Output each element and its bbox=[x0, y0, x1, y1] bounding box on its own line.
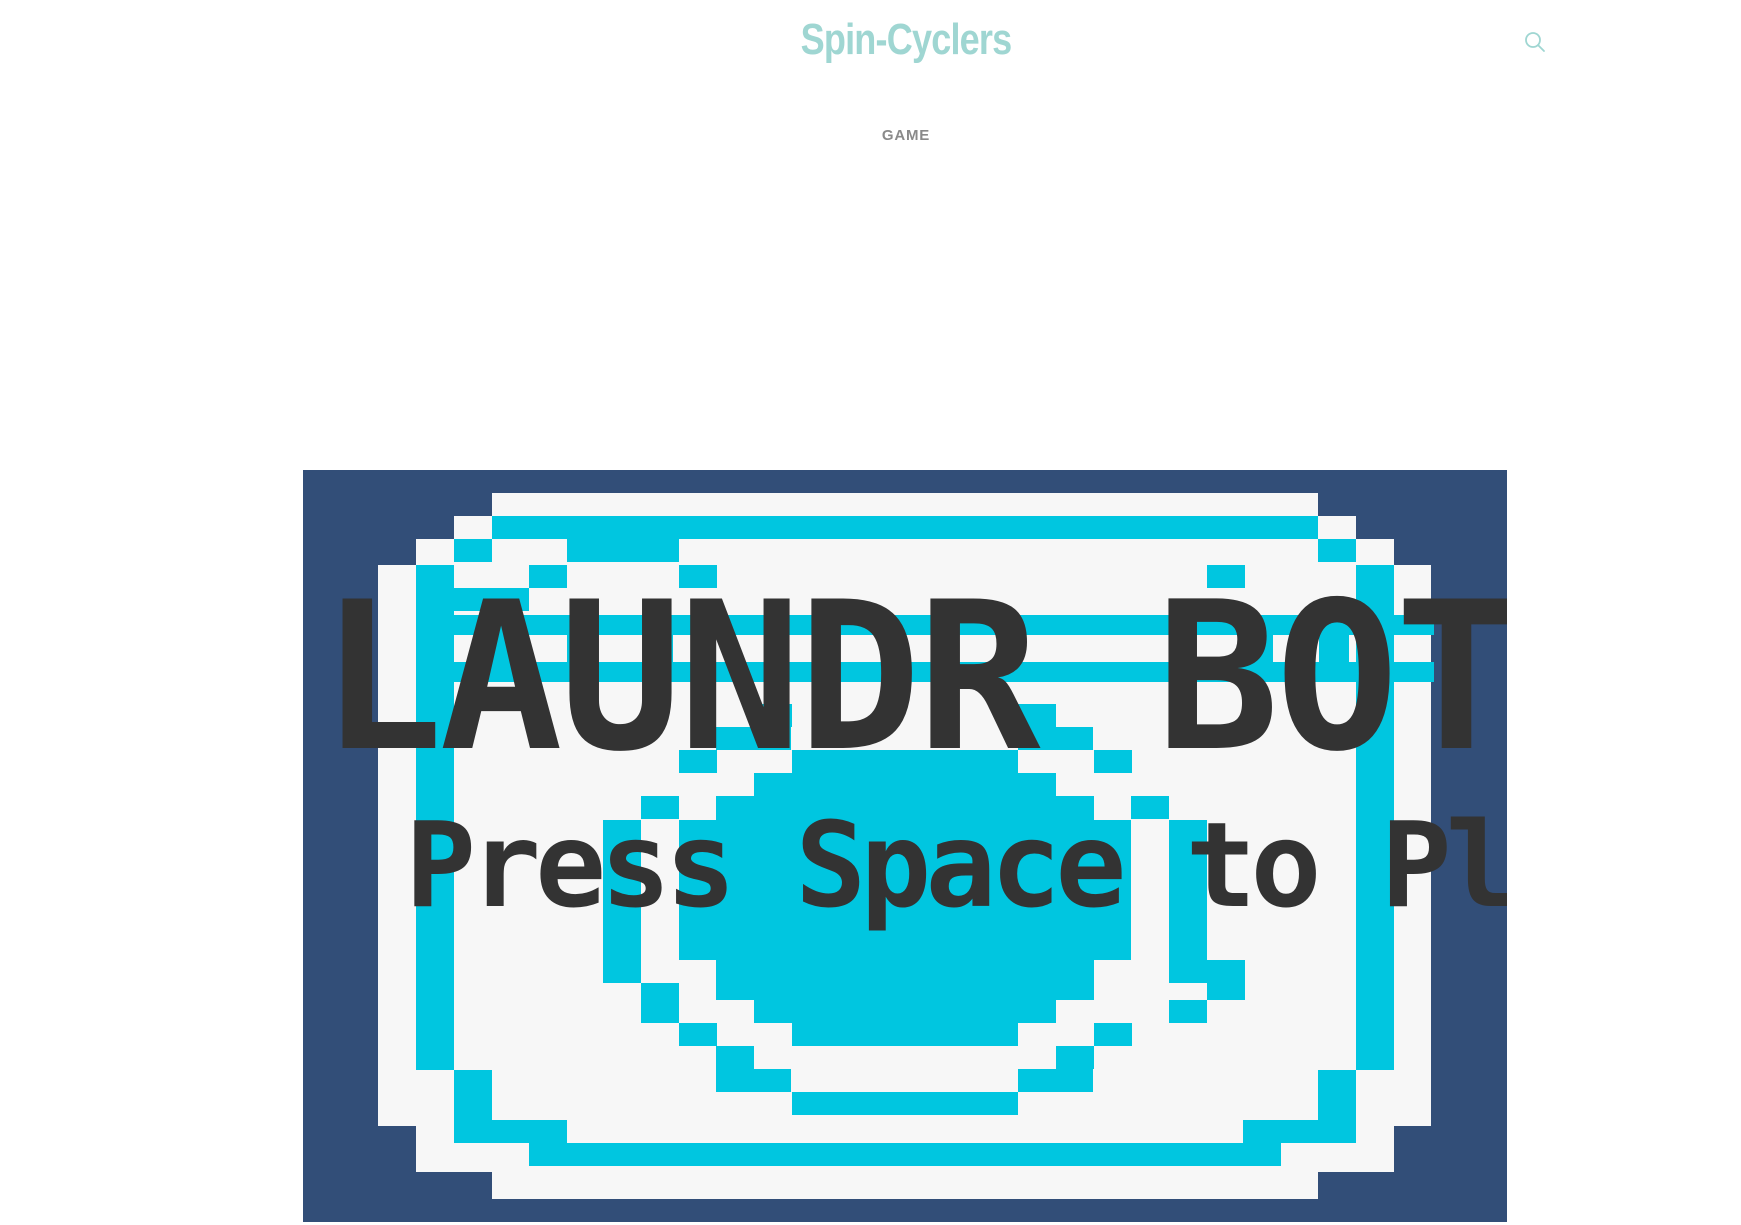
main-nav: GAME bbox=[0, 127, 1741, 145]
game-canvas[interactable]: LAUNDR BOT Press Space to Play bbox=[303, 470, 1507, 1222]
game-title: LAUNDR BOT bbox=[320, 559, 1507, 797]
site-title[interactable]: Spin-Cyclers bbox=[163, 18, 1649, 62]
search-button[interactable] bbox=[1523, 30, 1547, 54]
game-prompt: Press Space to Play bbox=[405, 796, 1507, 934]
nav-item-game[interactable]: GAME bbox=[882, 127, 930, 144]
search-icon bbox=[1525, 32, 1545, 52]
